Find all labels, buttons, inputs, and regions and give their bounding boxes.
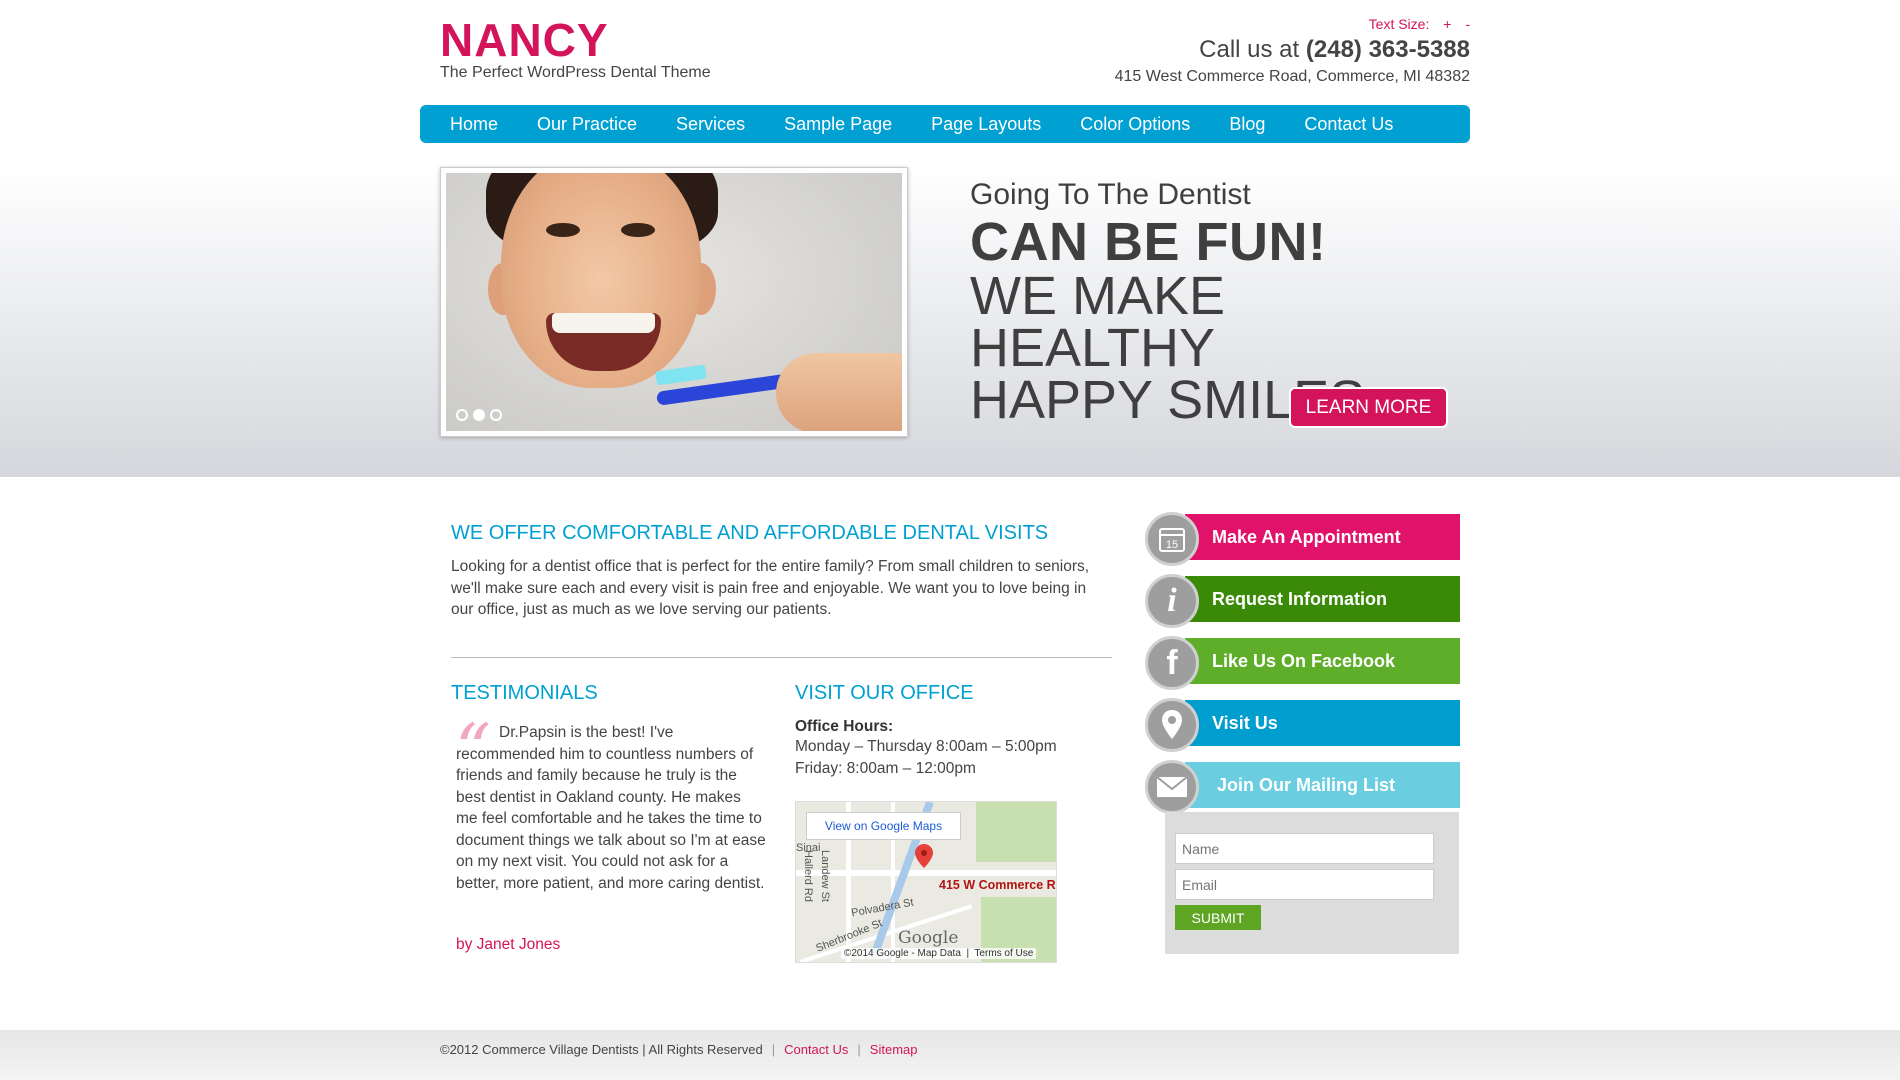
sidebar-item-label: Request Information [1185, 576, 1460, 622]
map-street-label: Landew St [819, 850, 831, 902]
calendar-icon: 15 [1145, 512, 1199, 566]
hero-line-2: CAN BE FUN! [970, 212, 1327, 272]
site-footer: ©2012 Commerce Village Dentists | All Ri… [0, 1030, 1900, 1080]
office-hours-friday: Friday: 8:00am – 12:00pm [795, 760, 976, 777]
footer-copyright: ©2012 Commerce Village Dentists | All Ri… [440, 1042, 763, 1057]
hero-line-1: Going To The Dentist [970, 178, 1251, 211]
nav-item-services[interactable]: Services [676, 114, 745, 135]
hero-line-3: WE MAKE HEALTHY [970, 266, 1226, 378]
site-logo[interactable]: NANCY The Perfect WordPress Dental Theme [440, 14, 711, 82]
call-us: Call us at (248) 363-5388 [1199, 36, 1470, 64]
footer-separator: | [771, 1042, 776, 1057]
nav-item-page-layouts[interactable]: Page Layouts [931, 114, 1041, 135]
photo-teeth [552, 313, 655, 333]
hero-slider[interactable] [440, 167, 908, 437]
photo-eye [546, 223, 580, 237]
view-on-google-maps-button[interactable]: View on Google Maps [806, 812, 961, 840]
site-header: NANCY The Perfect WordPress Dental Theme… [420, 0, 1470, 100]
slider-dot-2[interactable] [473, 409, 485, 421]
photo-hand [776, 353, 902, 431]
nav-item-our-practice[interactable]: Our Practice [537, 114, 637, 135]
map-copyright: ©2014 Google - Map Data [844, 948, 961, 959]
header-address: 415 West Commerce Road, Commerce, MI 483… [1114, 68, 1470, 85]
map-footer: ©2014 Google - Map Data | Terms of Use [841, 948, 1037, 959]
mailing-list-form: SUBMIT [1165, 812, 1459, 954]
footer-separator: | [857, 1042, 861, 1057]
map-marker-label: 415 W Commerce R [939, 878, 1056, 892]
phone-number[interactable]: (248) 363-5388 [1306, 36, 1470, 63]
text-size-decrease-button[interactable]: - [1465, 16, 1470, 32]
learn-more-button[interactable]: LEARN MORE [1289, 387, 1448, 428]
nav-item-contact-us[interactable]: Contact Us [1304, 114, 1393, 135]
info-icon: i [1145, 574, 1199, 628]
footer-content: ©2012 Commerce Village Dentists | All Ri… [440, 1042, 918, 1057]
envelope-icon [1145, 760, 1199, 814]
nav-item-home[interactable]: Home [450, 114, 498, 135]
map-street-label: Hallerd Rd [802, 850, 814, 902]
map-marker-icon[interactable] [915, 844, 933, 868]
text-size-label: Text Size: [1368, 16, 1430, 32]
submit-button[interactable]: SUBMIT [1175, 905, 1261, 930]
sidebar-item-label: Join Our Mailing List [1185, 762, 1460, 808]
intro-title: WE OFFER COMFORTABLE AND AFFORDABLE DENT… [451, 522, 1049, 544]
map-marker-icon [1145, 698, 1199, 752]
svg-text:15: 15 [1166, 539, 1178, 551]
testimonials-title: TESTIMONIALS [451, 682, 598, 704]
sidebar-item-mailing-list[interactable]: Join Our Mailing List [1145, 760, 1460, 814]
photo-eye [621, 223, 655, 237]
sidebar-item-facebook[interactable]: Like Us On Facebook f [1145, 636, 1460, 690]
testimonial-text: Dr.Papsin is the best! I've recommended … [456, 724, 766, 892]
slider-pagination [456, 409, 502, 421]
sidebar-item-appointment[interactable]: Make An Appointment 15 [1145, 512, 1460, 566]
map-street-label: Polvadera St [850, 896, 915, 920]
logo-title[interactable]: NANCY [440, 14, 711, 66]
call-prefix: Call us at [1199, 36, 1300, 63]
sidebar-item-request-info[interactable]: Request Information i [1145, 574, 1460, 628]
visit-office-title: VISIT OUR OFFICE [795, 682, 974, 704]
email-field[interactable] [1175, 869, 1434, 900]
section-divider [451, 657, 1112, 658]
sidebar-item-label: Make An Appointment [1185, 514, 1460, 560]
text-size-increase-button[interactable]: + [1443, 16, 1451, 32]
logo-tagline: The Perfect WordPress Dental Theme [440, 64, 711, 81]
office-hours-label: Office Hours: [795, 718, 894, 735]
footer-link-sitemap[interactable]: Sitemap [870, 1042, 918, 1057]
google-logo: Google [898, 928, 959, 948]
map-road [796, 870, 1056, 876]
sidebar-item-label: Visit Us [1185, 700, 1460, 746]
slider-dot-3[interactable] [490, 409, 502, 421]
intro-text: Looking for a dentist office that is per… [451, 558, 1090, 618]
nav-item-color-options[interactable]: Color Options [1080, 114, 1190, 135]
footer-link-contact-us[interactable]: Contact Us [784, 1042, 848, 1057]
sidebar-item-label: Like Us On Facebook [1185, 638, 1460, 684]
sidebar-item-visit-us[interactable]: Visit Us [1145, 698, 1460, 752]
hero-photo-child-brushing [446, 173, 902, 431]
slider-dot-1[interactable] [456, 409, 468, 421]
hero-banner [0, 165, 1900, 477]
map-park-area [976, 802, 1056, 862]
nav-item-sample-page[interactable]: Sample Page [784, 114, 892, 135]
testimonial-author: by Janet Jones [456, 936, 561, 953]
office-hours-weekday: Monday – Thursday 8:00am – 5:00pm [795, 738, 1057, 755]
facebook-icon: f [1145, 636, 1199, 690]
google-map[interactable]: Sinai Hallerd Rd Landew St Polvadera St … [795, 801, 1057, 963]
nav-item-blog[interactable]: Blog [1229, 114, 1265, 135]
main-nav: Home Our Practice Services Sample Page P… [420, 105, 1470, 143]
name-field[interactable] [1175, 833, 1434, 864]
map-terms-link[interactable]: Terms of Use [974, 948, 1033, 959]
text-size-control: Text Size: + - [1369, 16, 1470, 32]
